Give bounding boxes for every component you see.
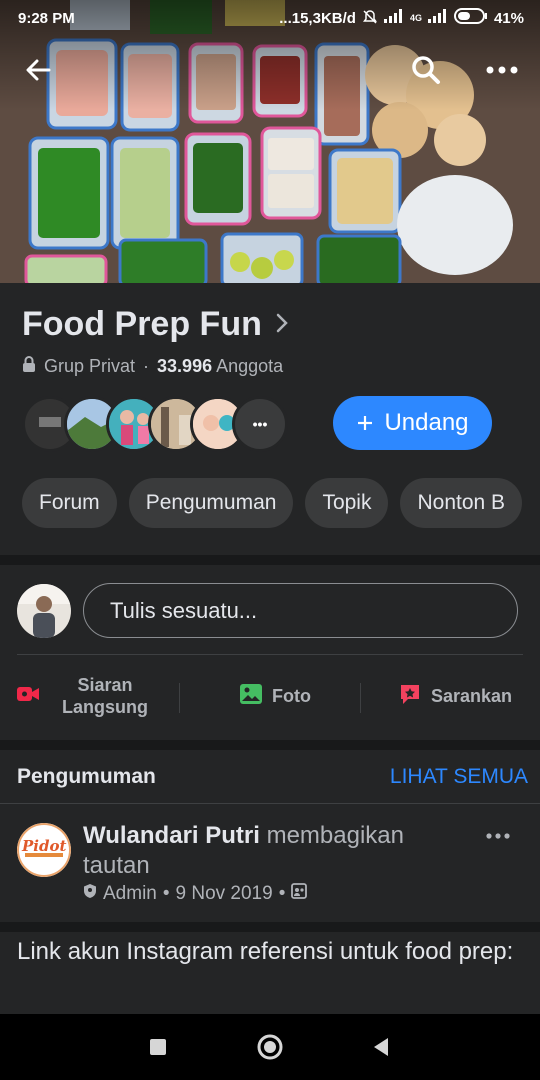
group-tabs: Forum Pengumuman Topik Nonton B xyxy=(22,478,523,528)
photo-button[interactable]: Foto xyxy=(240,665,311,727)
privacy-label: Grup Privat xyxy=(44,356,136,376)
live-video-icon xyxy=(17,686,39,707)
tab-forum[interactable]: Forum xyxy=(22,478,117,528)
invite-label: Undang xyxy=(384,409,469,436)
recent-apps-button[interactable] xyxy=(143,1032,173,1062)
network-type: 4G xyxy=(409,12,422,23)
announcement-post: Pidot Wulandari Putri membagikan tautan … xyxy=(0,805,540,922)
plus-icon xyxy=(356,407,374,439)
status-time: 9:28 PM xyxy=(18,9,75,27)
search-button[interactable] xyxy=(408,52,444,88)
more-horizontal-icon xyxy=(486,833,510,839)
home-button[interactable] xyxy=(255,1032,285,1062)
user-avatar[interactable] xyxy=(17,584,71,638)
suggest-button[interactable]: Sarankan xyxy=(399,665,512,727)
back-button[interactable] xyxy=(20,52,56,88)
circle-icon xyxy=(257,1034,283,1060)
tab-watch[interactable]: Nonton B xyxy=(400,478,523,528)
system-nav-bar xyxy=(0,1014,540,1080)
photo-label: Foto xyxy=(272,685,311,706)
post-date[interactable]: 9 Nov 2019 xyxy=(176,883,273,905)
meta-dot: • xyxy=(162,883,170,904)
meta-dot: • xyxy=(278,883,286,904)
post-author-avatar[interactable]: Pidot xyxy=(17,823,71,877)
battery-level: 41% xyxy=(493,9,524,27)
search-icon xyxy=(412,56,440,84)
lock-icon xyxy=(22,355,36,378)
post-author-name[interactable]: Wulandari Putri xyxy=(83,822,260,849)
tab-topics[interactable]: Topik xyxy=(305,478,389,528)
action-divider xyxy=(360,683,361,713)
suggest-icon xyxy=(399,683,421,710)
post-composer: Tulis sesuatu... Siaran Langsung Foto Sa… xyxy=(0,565,540,740)
arrow-left-icon xyxy=(26,59,51,81)
write-post-input[interactable]: Tulis sesuatu... xyxy=(83,583,518,638)
signal-icon-2 xyxy=(427,9,448,27)
post-role: Admin xyxy=(103,883,157,904)
live-video-label: Siaran Langsung xyxy=(62,675,148,717)
group-cover-photo[interactable] xyxy=(0,0,540,283)
write-post-placeholder: Tulis sesuatu... xyxy=(110,597,258,623)
network-speed: ...15,3KB/d xyxy=(279,9,356,27)
battery-icon xyxy=(453,8,488,28)
bell-off-icon xyxy=(362,9,378,28)
announcements-title: Pengumuman xyxy=(17,765,156,788)
section-separator xyxy=(0,555,540,565)
triangle-back-icon xyxy=(374,1038,388,1056)
more-horizontal-icon xyxy=(486,66,518,74)
group-info: Food Prep Fun Grup Privat · 33.996 Anggo… xyxy=(0,283,540,555)
announcements-header: Pengumuman LIHAT SEMUA xyxy=(0,750,540,804)
suggest-label: Sarankan xyxy=(431,685,513,706)
member-avatars[interactable]: ••• xyxy=(22,396,288,452)
meta-separator: · xyxy=(143,356,150,376)
group-meta: Grup Privat · 33.996 Anggota xyxy=(22,355,283,378)
group-title[interactable]: Food Prep Fun xyxy=(22,305,288,344)
more-button[interactable] xyxy=(484,52,520,88)
group-name: Food Prep Fun xyxy=(22,305,262,343)
more-members: ••• xyxy=(232,396,288,452)
more-members-glyph: ••• xyxy=(252,416,268,432)
post-header: Wulandari Putri membagikan tautan xyxy=(83,821,443,881)
member-label: Anggota xyxy=(216,356,284,376)
chevron-right-icon xyxy=(276,309,288,340)
post-body: Link akun Instagram referensi untuk food… xyxy=(0,932,540,1014)
square-icon xyxy=(150,1039,166,1055)
status-bar: 9:28 PM ...15,3KB/d 4G 41% xyxy=(0,0,540,36)
photo-icon xyxy=(240,683,262,709)
signal-icon xyxy=(383,9,404,27)
section-separator xyxy=(0,922,540,932)
action-divider xyxy=(179,683,180,713)
composer-divider xyxy=(17,654,523,655)
post-avatar-text: Pidot xyxy=(22,837,67,855)
tab-announcements[interactable]: Pengumuman xyxy=(128,478,294,528)
group-audience-icon xyxy=(291,883,308,905)
see-all-link[interactable]: LIHAT SEMUA xyxy=(390,765,528,789)
post-meta: Admin • 9 Nov 2019 • xyxy=(83,883,308,905)
status-icons: ...15,3KB/d 4G 41% xyxy=(279,8,524,28)
invite-button[interactable]: Undang xyxy=(333,396,492,450)
admin-shield-icon xyxy=(83,883,97,905)
system-back-button[interactable] xyxy=(366,1032,396,1062)
member-count: 33.996 xyxy=(157,356,213,376)
post-text: Link akun Instagram referensi untuk food… xyxy=(17,938,514,965)
section-separator xyxy=(0,740,540,750)
post-more-button[interactable] xyxy=(486,819,510,845)
live-video-button[interactable]: Siaran Langsung xyxy=(17,665,161,727)
